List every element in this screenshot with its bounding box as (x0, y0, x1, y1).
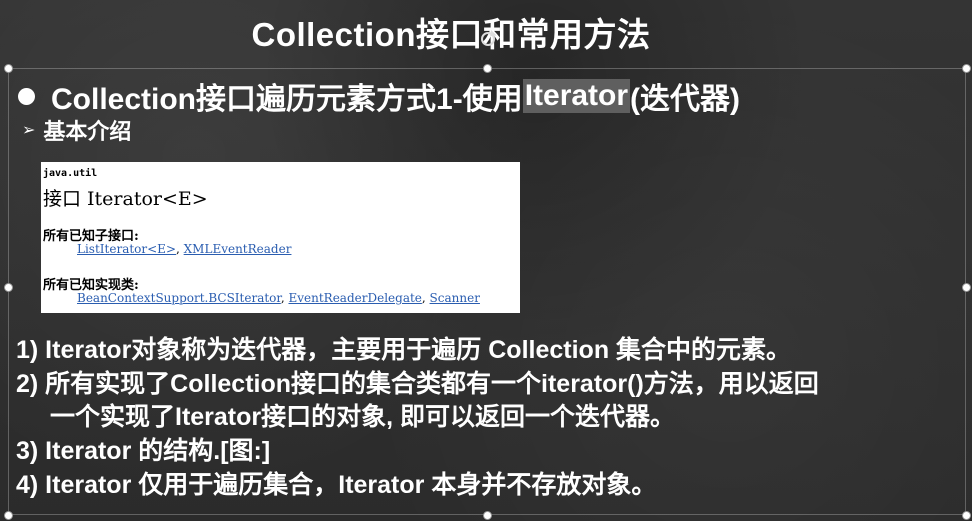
link-listiterator[interactable]: ListIterator<E> (77, 242, 176, 256)
point-1: 1) Iterator对象称为迭代器，主要用于遍历 Collection 集合中… (16, 336, 792, 364)
resize-handle-bottom-left[interactable] (4, 511, 13, 520)
point-3: 3) Iterator 的结构.[图:] (16, 437, 271, 465)
highlighted-word: Iterator (522, 79, 631, 113)
separator: , (421, 291, 430, 305)
package-name: java.util (43, 168, 98, 179)
bullet-heading: Collection接口遍历元素方式1-使用 Iterator (迭代器) (18, 74, 740, 118)
resize-handle-top-middle[interactable] (483, 64, 492, 73)
resize-handle-bottom-middle[interactable] (483, 511, 492, 520)
rotate-icon[interactable] (481, 32, 495, 46)
separator: , (176, 242, 184, 256)
link-bcsiterator[interactable]: BeanContextSupport.BCSIterator (77, 291, 281, 305)
point-2: 2) 所有实现了Collection接口的集合类都有一个iterator()方法… (16, 370, 819, 398)
point-4: 4) Iterator 仅用于遍历集合，Iterator 本身并不存放对象。 (16, 471, 657, 499)
interface-name: 接口 Iterator<E> (43, 188, 208, 210)
link-scanner[interactable]: Scanner (430, 291, 480, 305)
subinterfaces-list: ListIterator<E>, XMLEventReader (77, 242, 291, 256)
subheading-text: 基本介绍 (43, 119, 132, 144)
arrow-bullet-icon: ➢ (22, 122, 36, 139)
bullet-heading-text: Collection接口遍历元素方式1-使用 (51, 83, 523, 116)
slide-title: Collection接口和常用方法 (251, 16, 651, 53)
resize-handle-bottom-right[interactable] (962, 511, 971, 520)
point-2-continued: 一个实现了Iterator接口的对象, 即可以返回一个迭代器。 (50, 403, 676, 431)
resize-handle-top-right[interactable] (962, 64, 971, 73)
link-xmleventreader[interactable]: XMLEventReader (184, 242, 292, 256)
javadoc-screenshot: java.util 接口 Iterator<E> 所有已知子接口: ListIt… (41, 162, 520, 313)
resize-handle-top-left[interactable] (4, 64, 13, 73)
subheading: ➢ 基本介绍 (22, 114, 131, 146)
impl-classes-list: BeanContextSupport.BCSIterator, EventRea… (77, 291, 480, 305)
resize-handle-middle-left[interactable] (4, 283, 13, 292)
slide: Collection接口和常用方法 Collection接口遍历元素方式1-使用… (0, 0, 972, 521)
bullet-heading-suffix: (迭代器) (630, 83, 741, 116)
link-eventreaderdelegate[interactable]: EventReaderDelegate (288, 291, 421, 305)
resize-handle-middle-right[interactable] (962, 283, 971, 292)
bullet-dot-icon (18, 87, 35, 105)
